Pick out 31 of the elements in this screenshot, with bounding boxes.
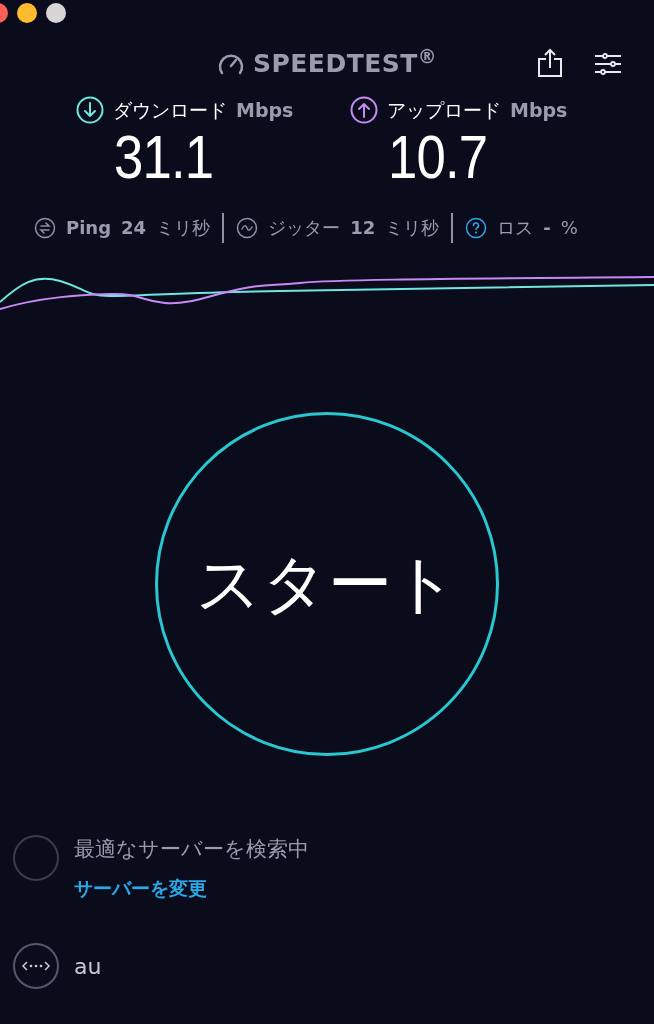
stat-label: ロス	[497, 216, 534, 240]
network-icon	[12, 942, 60, 990]
arrow-up-icon	[350, 96, 378, 125]
stat-unit: %	[560, 216, 578, 240]
result-value: 10.7	[388, 124, 489, 189]
ping-icon	[34, 216, 56, 239]
stat-label: Ping	[66, 216, 112, 240]
start-button[interactable]: スタート	[155, 411, 499, 756]
unit-label: Mbps	[236, 98, 294, 123]
help-icon[interactable]	[465, 216, 488, 239]
speedtest-logo: SPEEDTEST$^{®}$	[252, 45, 438, 81]
settings-icon[interactable]	[594, 53, 622, 75]
stat-unit: ミリ秒	[156, 216, 211, 240]
arrow-down-icon	[76, 96, 104, 125]
change-server-link[interactable]: サーバーを変更	[74, 873, 309, 902]
window-control[interactable]	[46, 3, 66, 23]
result-label: アップロード	[387, 98, 501, 123]
share-icon[interactable]	[537, 48, 563, 78]
loading-spinner-icon	[12, 833, 60, 882]
result-label: ダウンロード	[113, 98, 227, 123]
result-value: 31.1	[114, 124, 215, 189]
wave-icon	[236, 216, 259, 239]
server-status: 最適なサーバーを検索中	[74, 835, 309, 863]
stat-value: 12	[350, 216, 376, 240]
unit-label: Mbps	[510, 98, 568, 123]
stat-unit: ミリ秒	[385, 216, 440, 240]
provider-name: au	[74, 952, 102, 981]
stat-value: 24	[121, 216, 147, 240]
stat-label: ジッター	[268, 216, 341, 240]
window-control[interactable]	[17, 3, 37, 23]
stat-value: -	[543, 216, 551, 240]
